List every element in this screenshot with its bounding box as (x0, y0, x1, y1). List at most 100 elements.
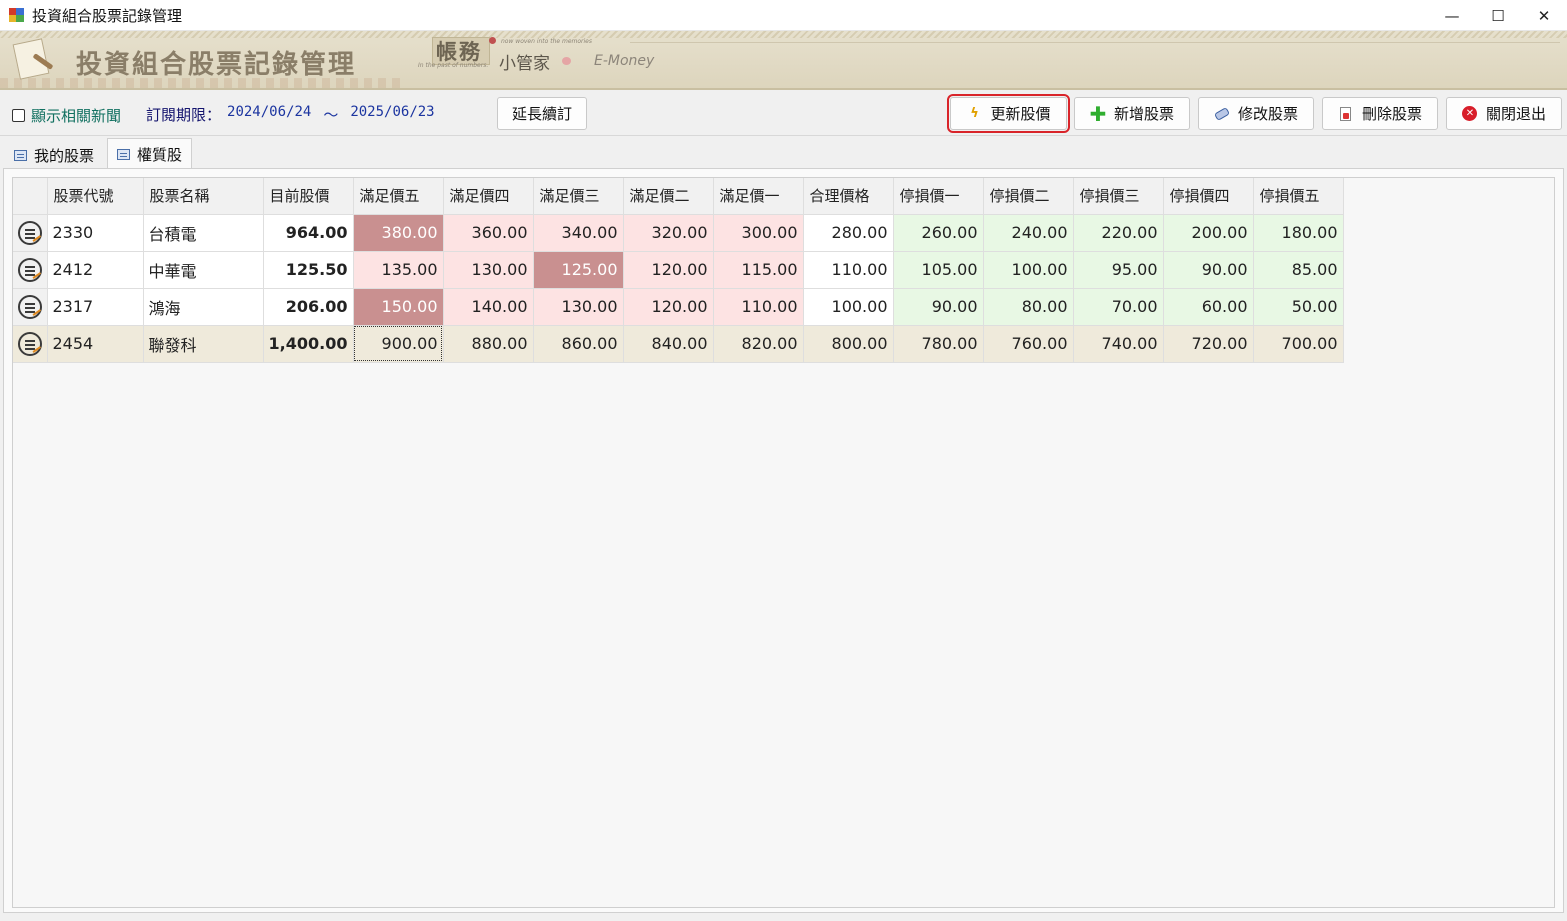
update-price-button[interactable]: ϟ 更新股價 (947, 94, 1070, 133)
stop-loss-cell[interactable]: 60.00 (1163, 288, 1254, 326)
column-header[interactable]: 滿足價五 (353, 178, 444, 215)
table-row[interactable]: 2412 中華電 125.50 135.00 130.00 125.00 120.00 115… (13, 251, 1344, 289)
target-price-cell[interactable]: 135.00 (353, 251, 444, 289)
current-price-cell[interactable]: 125.50 (263, 251, 354, 289)
add-stock-button[interactable]: ✚ 新增股票 (1074, 97, 1190, 130)
stop-loss-cell[interactable]: 85.00 (1253, 251, 1344, 289)
target-price-cell[interactable]: 380.00 (353, 214, 444, 252)
target-price-cell[interactable]: 150.00 (353, 288, 444, 326)
target-price-cell[interactable]: 360.00 (443, 214, 534, 252)
column-header[interactable]: 滿足價二 (623, 178, 714, 215)
column-header[interactable]: 停損價三 (1073, 178, 1164, 215)
stop-loss-cell[interactable]: 780.00 (893, 325, 984, 363)
close-window-button[interactable]: ✕ (1521, 0, 1567, 31)
stock-name-cell[interactable]: 聯發科 (143, 325, 264, 363)
show-news-label[interactable]: 顯示相關新聞 (31, 105, 121, 126)
target-price-cell[interactable]: 860.00 (533, 325, 624, 363)
stop-loss-cell[interactable]: 200.00 (1163, 214, 1254, 252)
stock-code-cell[interactable]: 2454 (47, 325, 144, 363)
target-price-cell[interactable]: 300.00 (713, 214, 804, 252)
column-header[interactable]: 目前股價 (263, 178, 354, 215)
column-header[interactable]: 停損價一 (893, 178, 984, 215)
fair-price-cell[interactable]: 280.00 (803, 214, 894, 252)
stop-loss-cell[interactable]: 240.00 (983, 214, 1074, 252)
target-price-cell[interactable]: 120.00 (623, 251, 714, 289)
tab-my-stocks[interactable]: 我的股票 (5, 140, 103, 170)
news-chat-icon[interactable] (17, 294, 42, 319)
stop-loss-cell[interactable]: 95.00 (1073, 251, 1164, 289)
target-price-cell[interactable]: 115.00 (713, 251, 804, 289)
current-price-cell[interactable]: 206.00 (263, 288, 354, 326)
news-chat-icon[interactable] (17, 220, 42, 245)
column-header[interactable]: 滿足價三 (533, 178, 624, 215)
stop-loss-cell[interactable]: 70.00 (1073, 288, 1164, 326)
column-header[interactable]: 停損價五 (1253, 178, 1344, 215)
target-price-cell[interactable]: 320.00 (623, 214, 714, 252)
show-news-checkbox[interactable] (12, 109, 25, 122)
exit-button[interactable]: ✕ 關閉退出 (1446, 97, 1562, 130)
stop-loss-cell[interactable]: 50.00 (1253, 288, 1344, 326)
stock-code-cell[interactable]: 2317 (47, 288, 144, 326)
stock-code-cell[interactable]: 2412 (47, 251, 144, 289)
fair-price-cell[interactable]: 110.00 (803, 251, 894, 289)
current-price-cell[interactable]: 1,400.00 (263, 325, 354, 363)
stock-name-cell[interactable]: 鴻海 (143, 288, 264, 326)
target-price-cell[interactable]: 130.00 (533, 288, 624, 326)
stop-loss-cell[interactable]: 700.00 (1253, 325, 1344, 363)
stop-loss-cell[interactable]: 740.00 (1073, 325, 1164, 363)
row-header[interactable] (13, 251, 48, 289)
column-header[interactable]: 滿足價一 (713, 178, 804, 215)
target-price-cell[interactable]: 840.00 (623, 325, 714, 363)
stop-loss-cell[interactable]: 260.00 (893, 214, 984, 252)
target-price-cell[interactable]: 120.00 (623, 288, 714, 326)
stock-name-cell[interactable]: 中華電 (143, 251, 264, 289)
fair-price-cell[interactable]: 100.00 (803, 288, 894, 326)
row-header[interactable] (13, 214, 48, 252)
row-header[interactable] (13, 325, 48, 363)
stop-loss-cell[interactable]: 90.00 (893, 288, 984, 326)
target-price-cell[interactable]: 125.00 (533, 251, 624, 289)
brand-dot-icon (489, 37, 496, 44)
stop-loss-cell[interactable]: 760.00 (983, 325, 1074, 363)
stop-loss-cell[interactable]: 180.00 (1253, 214, 1344, 252)
stock-name-cell[interactable]: 台積電 (143, 214, 264, 252)
stop-loss-cell[interactable]: 80.00 (983, 288, 1074, 326)
target-price-cell[interactable]: 820.00 (713, 325, 804, 363)
column-header[interactable]: 合理價格 (803, 178, 894, 215)
news-chat-icon[interactable] (17, 331, 42, 356)
target-price-cell[interactable]: 340.00 (533, 214, 624, 252)
minimize-button[interactable]: — (1429, 0, 1475, 31)
table-row[interactable]: 2317 鴻海 206.00 150.00 140.00 130.00 120.00 110.… (13, 288, 1344, 326)
tab-strip: 我的股票 權質股 (0, 137, 1567, 170)
column-header[interactable]: 停損價四 (1163, 178, 1254, 215)
table-row[interactable]: 2330 台積電 964.00 380.00 360.00 340.00 320.00 300… (13, 214, 1344, 252)
extend-subscription-button[interactable]: 延長續訂 (497, 97, 587, 130)
target-price-cell[interactable]: 900.00 (353, 325, 444, 363)
target-price-cell[interactable]: 140.00 (443, 288, 534, 326)
column-header[interactable]: 股票名稱 (143, 178, 264, 215)
tab-pledged-stocks[interactable]: 權質股 (107, 138, 193, 170)
stop-loss-cell[interactable]: 220.00 (1073, 214, 1164, 252)
stock-code-cell[interactable]: 2330 (47, 214, 144, 252)
edit-stock-button[interactable]: 修改股票 (1198, 97, 1314, 130)
table-row[interactable]: 2454 聯發科 1,400.00 900.00 880.00 860.00 840.00 8… (13, 325, 1344, 363)
show-news-checkbox-wrap[interactable]: 顯示相關新聞 (12, 105, 121, 126)
delete-stock-button[interactable]: 刪除股票 (1322, 97, 1438, 130)
brand-tagline-top: now woven into the memories (501, 38, 592, 45)
stop-loss-cell[interactable]: 105.00 (893, 251, 984, 289)
column-header[interactable]: 股票代號 (47, 178, 144, 215)
maximize-button[interactable]: ☐ (1475, 0, 1521, 31)
column-header[interactable]: 停損價二 (983, 178, 1074, 215)
stop-loss-cell[interactable]: 90.00 (1163, 251, 1254, 289)
row-header[interactable] (13, 288, 48, 326)
plus-icon: ✚ (1089, 101, 1107, 126)
stop-loss-cell[interactable]: 720.00 (1163, 325, 1254, 363)
target-price-cell[interactable]: 110.00 (713, 288, 804, 326)
target-price-cell[interactable]: 130.00 (443, 251, 534, 289)
fair-price-cell[interactable]: 800.00 (803, 325, 894, 363)
stop-loss-cell[interactable]: 100.00 (983, 251, 1074, 289)
current-price-cell[interactable]: 964.00 (263, 214, 354, 252)
column-header[interactable]: 滿足價四 (443, 178, 534, 215)
news-chat-icon[interactable] (17, 257, 42, 282)
target-price-cell[interactable]: 880.00 (443, 325, 534, 363)
